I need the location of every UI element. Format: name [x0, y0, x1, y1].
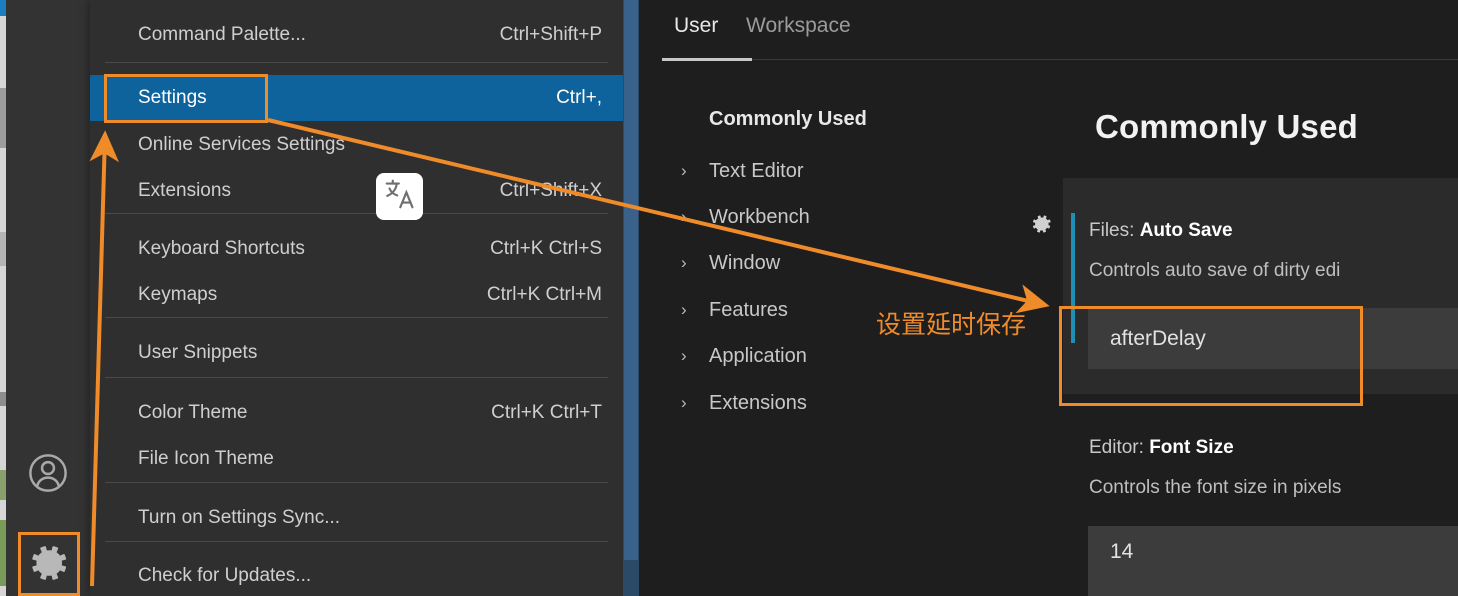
font-size-input[interactable]: 14 [1088, 526, 1458, 596]
setting-title-files-auto-save: Files: Auto Save [1089, 220, 1233, 242]
menu-separator [105, 482, 608, 483]
menu-item-keymaps[interactable]: Keymaps Ctrl+K Ctrl+M [90, 272, 623, 318]
menu-item-label: Online Services Settings [138, 134, 345, 155]
menu-item-shortcut: Ctrl+K Ctrl+S [490, 238, 602, 259]
toc-item-label: Extensions [709, 391, 807, 414]
menu-item-shortcut: Ctrl+Shift+P [499, 24, 602, 45]
toc-item-label: Application [709, 344, 807, 367]
manage-gear-button[interactable] [6, 530, 90, 596]
menu-item-settings[interactable]: Settings Ctrl+, [90, 75, 623, 121]
menu-item-label: Settings [138, 87, 207, 108]
menu-item-label: Keyboard Shortcuts [138, 238, 305, 259]
modified-setting-indicator [1071, 213, 1075, 343]
menu-item-label: Command Palette... [138, 24, 306, 45]
menu-item-command-palette[interactable]: Command Palette... Ctrl+Shift+P [90, 12, 623, 58]
menu-item-shortcut: Ctrl+Shift+X [499, 180, 602, 201]
toc-item-window[interactable]: › Window [681, 248, 780, 278]
chevron-right-icon: › [681, 346, 687, 365]
menu-item-color-theme[interactable]: Color Theme Ctrl+K Ctrl+T [90, 390, 623, 436]
menu-separator [105, 317, 608, 318]
setting-prefix: Files: [1089, 220, 1140, 241]
settings-editor: User Workspace Commonly Used › Text Edito… [639, 0, 1458, 596]
toc-header-commonly-used[interactable]: Commonly Used [709, 108, 867, 131]
menu-item-turn-on-settings-sync[interactable]: Turn on Settings Sync... [90, 495, 623, 541]
activity-bar [6, 0, 90, 596]
toc-item-label: Features [709, 298, 788, 321]
toc-item-application[interactable]: › Application [681, 341, 807, 371]
auto-save-dropdown[interactable]: afterDelay [1088, 308, 1458, 369]
menu-scrollbar[interactable] [623, 0, 639, 596]
chevron-right-icon: › [681, 161, 687, 180]
toc-item-extensions[interactable]: › Extensions [681, 388, 807, 418]
gear-icon [24, 539, 72, 587]
settings-content-list: Commonly Used Files: Auto Save Controls … [1032, 0, 1458, 596]
menu-item-label: User Snippets [138, 342, 258, 363]
menu-item-shortcut: Ctrl+K Ctrl+M [486, 284, 602, 305]
chevron-right-icon: › [681, 207, 687, 226]
setting-gear-button[interactable] [1027, 212, 1055, 240]
content-section-title: Commonly Used [1095, 108, 1358, 145]
menu-item-shortcut: Ctrl+, [556, 87, 602, 108]
menu-item-label: File Icon Theme [138, 448, 274, 469]
toc-item-text-editor[interactable]: › Text Editor [681, 156, 803, 186]
menu-item-label: Color Theme [138, 402, 248, 423]
toc-item-label: Window [709, 251, 781, 274]
translate-icon [383, 177, 417, 216]
accounts-button[interactable] [6, 440, 90, 506]
menu-item-keyboard-shortcuts[interactable]: Keyboard Shortcuts Ctrl+K Ctrl+S [90, 226, 623, 272]
toc-item-workbench[interactable]: › Workbench [681, 202, 810, 232]
chevron-right-icon: › [681, 253, 687, 272]
setting-title-editor-font-size: Editor: Font Size [1089, 437, 1234, 459]
menu-item-user-snippets[interactable]: User Snippets [90, 330, 623, 376]
setting-name: Font Size [1149, 437, 1234, 458]
menu-scrollbar-thumb[interactable] [624, 0, 638, 560]
menu-item-file-icon-theme[interactable]: File Icon Theme [90, 436, 623, 482]
menu-item-label: Check for Updates... [138, 565, 312, 586]
gear-icon [1028, 211, 1054, 242]
setting-name: Auto Save [1139, 220, 1233, 241]
menu-item-online-services-settings[interactable]: Online Services Settings [90, 122, 623, 168]
tab-user[interactable]: User [674, 14, 718, 38]
chevron-right-icon: › [681, 393, 687, 412]
menu-separator [105, 62, 608, 63]
menu-item-extensions[interactable]: Extensions Ctrl+Shift+X [90, 168, 623, 214]
chevron-right-icon: › [681, 300, 687, 319]
translate-button[interactable] [376, 173, 423, 220]
toc-item-label: Workbench [709, 205, 810, 228]
menu-item-label: Turn on Settings Sync... [138, 507, 341, 528]
menu-item-shortcut: Ctrl+K Ctrl+T [491, 402, 602, 423]
account-icon [25, 450, 71, 496]
toc-item-features[interactable]: › Features [681, 295, 788, 325]
menu-item-label: Extensions [138, 180, 231, 201]
manage-dropdown-menu: Command Palette... Ctrl+Shift+P Settings C… [90, 0, 623, 596]
menu-item-label: Keymaps [138, 284, 218, 305]
menu-separator [105, 213, 608, 214]
setting-description-files-auto-save: Controls auto save of dirty edi [1089, 260, 1341, 281]
vscode-window: Command Palette... Ctrl+Shift+P Settings C… [0, 0, 1458, 596]
setting-prefix: Editor: [1089, 437, 1150, 458]
tab-workspace[interactable]: Workspace [746, 14, 851, 38]
menu-item-check-for-updates[interactable]: Check for Updates... [90, 553, 623, 596]
toc-item-label: Text Editor [709, 159, 804, 182]
menu-separator [105, 377, 608, 378]
active-tab-underline [662, 58, 752, 61]
setting-description-editor-font-size: Controls the font size in pixels [1089, 477, 1342, 498]
menu-separator [105, 541, 608, 542]
